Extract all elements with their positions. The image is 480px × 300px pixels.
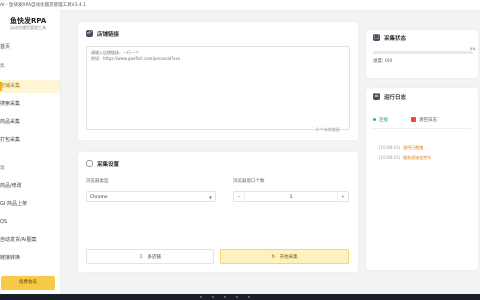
sidebar-item-label: 商品采集 <box>0 119 21 125</box>
progress-count: 进度: 0/0 <box>373 59 393 64</box>
collect-progress-bar <box>373 51 473 54</box>
sidebar-item-label: 商品/修改 <box>0 183 22 189</box>
sidebar-section-label: 理 <box>0 166 5 171</box>
sidebar-item-label: GI 商品上架 <box>0 201 27 207</box>
os-taskbar <box>0 294 480 300</box>
refresh-icon: ↻ <box>271 254 276 260</box>
sidebar-item-search-collect[interactable]: 搜索采集 <box>0 98 60 111</box>
log-message: 程序已就绪 <box>403 145 424 150</box>
renew-membership-button[interactable]: 续费会员 <box>1 276 55 290</box>
sidebar-item-qs[interactable]: QS <box>0 216 60 229</box>
sidebar-section-label: 集 <box>0 64 5 69</box>
progress-percent: 0% <box>470 47 476 51</box>
sidebar-item-product-collect[interactable]: 商品采集 <box>0 116 60 129</box>
log-time: [10:08:41] <box>379 155 401 160</box>
sidebar-item-label: QS <box>0 219 8 225</box>
window-count-value: 1 <box>289 195 293 200</box>
sidebar-item-label: 链接转换 <box>0 255 21 261</box>
status-dot-icon <box>373 118 376 121</box>
sidebar-item-label: 自动发货/AI图案 <box>0 237 37 243</box>
start-collect-button[interactable]: ↻ 开始采集 <box>220 249 349 264</box>
taskbar-app-icon[interactable] <box>248 296 250 298</box>
log-message: 服务初始化完毕 <box>403 155 432 160</box>
download-icon: ⇩ <box>139 254 144 260</box>
browser-type-value: Chrome <box>90 195 108 200</box>
window-count-stepper[interactable]: − 1 + <box>233 191 349 203</box>
log-time: [10:08:41] <box>379 145 401 150</box>
browser-type-select[interactable]: Chrome ▼ <box>86 191 216 202</box>
sidebar-section-manage: 理 <box>0 162 60 175</box>
window-titlebar: AI - 鱼快发RPA自动化铺货管理工具V3.4.1 <box>0 0 480 11</box>
connection-status-label: 连接 <box>379 118 388 123</box>
start-collect-label: 开始采集 <box>279 255 298 260</box>
log-divider <box>373 128 471 129</box>
taskbar-app-icon[interactable] <box>200 296 202 298</box>
taskbar-app-icon[interactable] <box>236 296 238 298</box>
collect-status-title: 采集状态 <box>384 36 407 42</box>
log-icon: ☰ <box>373 93 380 100</box>
connection-status: 连接 <box>373 116 388 125</box>
taskbar-app-icon[interactable] <box>224 296 226 298</box>
sidebar-item-label: 首页 <box>0 44 11 50</box>
log-line: [10:08:41] 服务初始化完毕 <box>379 155 431 161</box>
sidebar-item-listing[interactable]: GI 商品上架 <box>0 198 60 211</box>
sidebar-item-store-collect[interactable]: 店铺采集 <box>0 80 60 93</box>
window-title: AI - 鱼快发RPA自动化铺货管理工具V3.4.1 <box>0 3 87 8</box>
sidebar-item-product-edit[interactable]: 商品/修改 <box>0 180 60 193</box>
browser-window-count-label: 浏览器窗口个数 <box>233 179 265 184</box>
link-icon: ☍ <box>86 30 93 37</box>
taskbar-app-icon[interactable] <box>212 296 214 298</box>
sidebar-item-auto-ship[interactable]: 自动发货/AI图案 <box>0 234 60 247</box>
store-link-title: 店铺链接 <box>97 32 120 38</box>
gear-icon <box>86 160 93 167</box>
multi-store-button[interactable]: ⇩ 多店铺 <box>86 249 214 264</box>
status-icon: □ <box>373 34 380 41</box>
sidebar-item-home[interactable]: 首页 <box>0 41 60 54</box>
collect-settings-title: 采集设置 <box>97 162 120 168</box>
store-link-input[interactable] <box>86 46 350 130</box>
run-log-title: 运行日志 <box>384 95 407 101</box>
clear-log-button[interactable]: 清空日志 <box>411 116 437 125</box>
sidebar-item-pack-collect[interactable]: 打包采集 <box>0 134 60 147</box>
sidebar-section-collect: 集 <box>0 60 60 73</box>
increment-button[interactable]: + <box>337 192 348 203</box>
valid-link-counter: 0 个有效链接 <box>316 127 340 132</box>
log-line: [10:08:41] 程序已就绪 <box>379 145 423 151</box>
sidebar: 鱼快发RPA 自动化铺货管理工具 首页 集 店铺采集 搜索采集 商品采集 打包采… <box>0 10 61 294</box>
sidebar-item-link-convert[interactable]: 链接转换 <box>0 252 60 265</box>
collect-status-card <box>366 30 478 78</box>
sidebar-item-label: 搜索采集 <box>0 101 21 107</box>
chevron-down-icon: ▼ <box>208 195 212 200</box>
browser-type-label: 浏览器类型 <box>86 179 109 184</box>
app-logo-subtitle: 自动化铺货管理工具 <box>10 25 46 30</box>
sidebar-item-label: 店铺采集 <box>0 83 21 89</box>
multi-store-label: 多店铺 <box>147 255 161 260</box>
trash-icon <box>411 117 416 122</box>
clear-log-label: 清空日志 <box>419 118 437 123</box>
sidebar-item-label: 打包采集 <box>0 137 21 143</box>
